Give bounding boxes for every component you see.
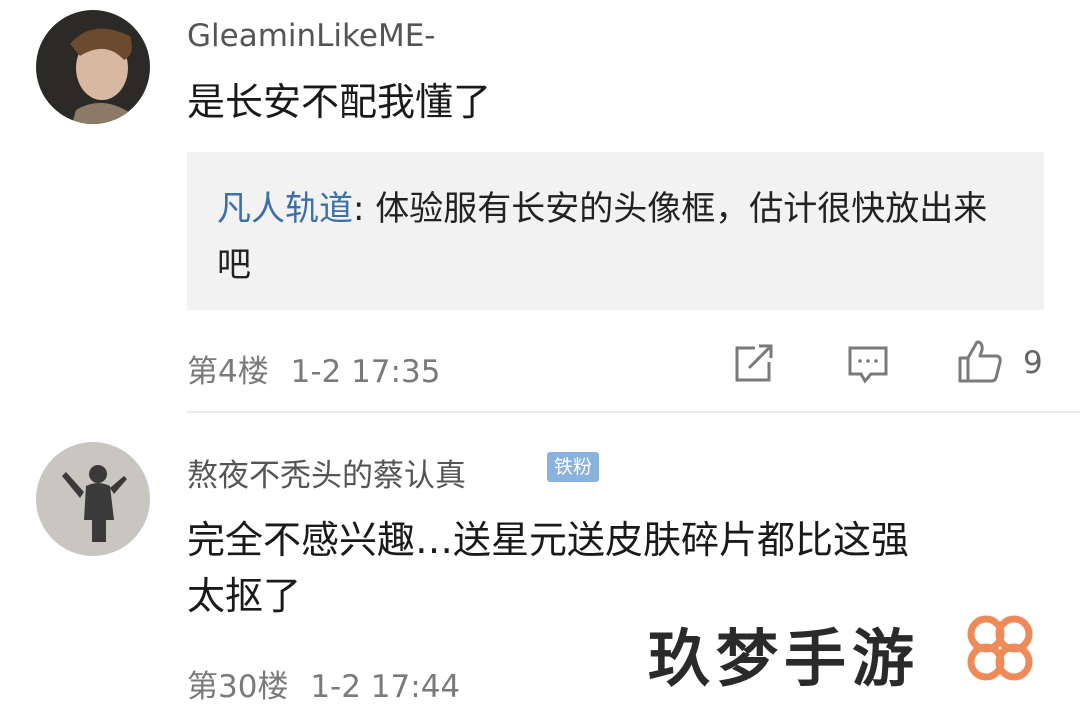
comment-text: 是长安不配我懂了 (187, 80, 492, 124)
comment-time: 1-2 17:35 (290, 354, 441, 390)
comment-username[interactable]: 熬夜不秃头的蔡认真 (187, 450, 466, 495)
comment-meta: 第30楼 1-2 17:44 (187, 661, 460, 706)
divider (187, 411, 1080, 413)
avatar[interactable] (36, 442, 150, 556)
like-icon (957, 338, 1003, 388)
comment-text-line: 完全不感兴趣…送星元送皮肤碎片都比这强 (187, 518, 910, 562)
comment-time: 1-2 17:44 (310, 669, 461, 705)
reply-button[interactable] (847, 344, 889, 388)
reply-separator: : (353, 189, 376, 229)
fan-badge: 铁粉 (547, 452, 600, 482)
share-button[interactable] (733, 344, 775, 388)
watermark-logo-icon (962, 610, 1038, 690)
floor-label: 第30楼 (187, 669, 289, 705)
like-button[interactable]: 9 (957, 338, 1043, 388)
avatar[interactable] (36, 10, 150, 124)
watermark-text: 玖梦手游 (648, 622, 921, 695)
comment-icon (847, 344, 889, 388)
like-count: 9 (1023, 345, 1043, 381)
floor-label: 第4楼 (187, 354, 269, 390)
comment-username[interactable]: GleaminLikeME- (187, 18, 435, 54)
reply-preview[interactable]: 凡人轨道: 体验服有长安的头像框，估计很快放出来吧 (187, 152, 1044, 310)
reply-author[interactable]: 凡人轨道 (217, 189, 353, 229)
share-icon (733, 344, 775, 388)
comment-meta: 第4楼 1-2 17:35 (187, 346, 440, 391)
